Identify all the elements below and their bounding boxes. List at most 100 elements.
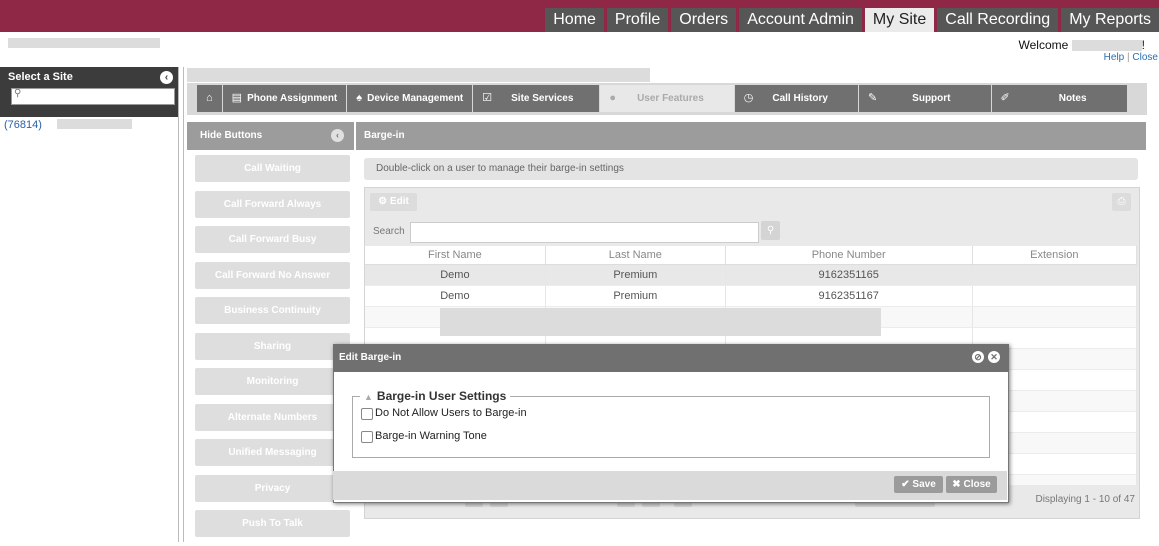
home-icon: ⌂: [206, 92, 213, 104]
pencil-icon: ✐: [1000, 92, 1010, 104]
tab-home[interactable]: ⌂: [197, 85, 222, 112]
nav-account-admin[interactable]: Account Admin: [739, 8, 862, 32]
collapse-left-icon[interactable]: ‹: [160, 71, 173, 84]
close-button[interactable]: ✖ Close: [946, 476, 997, 493]
table-header-row: First Name Last Name Phone Number Extens…: [365, 246, 1138, 265]
x-icon: ✖: [952, 479, 964, 490]
tab-label: Phone Assignment: [247, 93, 338, 104]
hide-buttons-icon[interactable]: ‹: [331, 129, 344, 142]
cell-extension: [972, 264, 1138, 286]
feature-button-list: Call Waiting Call Forward Always Call Fo…: [195, 155, 350, 546]
tab-site-services[interactable]: ☑ Site Services: [473, 85, 600, 112]
call-forward-always-button[interactable]: Call Forward Always: [195, 190, 350, 218]
welcome-suffix: !: [1141, 38, 1145, 52]
tab-label: Support: [912, 93, 951, 104]
barge-in-warning-tone-label: Barge-in Warning Tone: [375, 430, 487, 442]
nav-orders[interactable]: Orders: [671, 8, 737, 32]
call-waiting-button[interactable]: Call Waiting: [195, 155, 350, 182]
site-header-redacted: [187, 68, 650, 82]
tab-label: Call History: [772, 93, 828, 104]
save-label: Save: [912, 479, 936, 490]
tab-call-history[interactable]: ◷ Call History: [734, 85, 858, 112]
dialog-title: Edit Barge-in: [339, 352, 402, 363]
barge-in-warning-tone-checkbox[interactable]: [361, 431, 373, 443]
tab-label: User Features: [637, 93, 704, 104]
nav-profile[interactable]: Profile: [606, 8, 669, 32]
settings-legend[interactable]: ▲ Barge-in User Settings: [360, 389, 511, 403]
table-row[interactable]: Demo Premium 9162351165: [365, 264, 1138, 286]
instruction-hint: Double-click on a user to manage their b…: [364, 158, 1138, 180]
close-label: Close: [963, 479, 991, 490]
column-extension[interactable]: Extension: [972, 246, 1138, 265]
bell-icon: ♠: [356, 92, 363, 104]
business-continuity-button[interactable]: Business Continuity: [195, 297, 350, 324]
search-icon: ⚲: [14, 88, 22, 99]
site-panel-title: Select a Site: [8, 71, 73, 83]
clock-icon: ◷: [743, 92, 754, 104]
help-link[interactable]: Help: [1104, 52, 1125, 63]
cell-first-name: Demo: [365, 285, 546, 307]
nav-call-recording[interactable]: Call Recording: [937, 8, 1059, 32]
legend-label: Barge-in User Settings: [376, 389, 507, 403]
alternate-numbers-button[interactable]: Alternate Numbers: [195, 403, 350, 431]
edit-button[interactable]: ⚙ Edit: [370, 193, 417, 211]
help-close-links: Help | Close: [1104, 52, 1158, 63]
tab-label: Device Management: [367, 93, 464, 104]
barge-in-settings-group: [352, 396, 990, 458]
paging-status: Displaying 1 - 10 of 47: [1035, 494, 1135, 505]
cell-last-name: Premium: [545, 285, 726, 307]
checkbox-icon: ☑: [482, 92, 493, 104]
feature-tabs: ⌂ ▤ Phone Assignment ♠ Device Management ☑…: [197, 85, 1127, 112]
cell-extension: [972, 285, 1138, 307]
edit-label: Edit: [389, 196, 409, 207]
nav-home[interactable]: Home: [545, 8, 604, 32]
nav-my-site[interactable]: My Site: [864, 8, 935, 32]
grid-search-icon[interactable]: ⚲: [761, 221, 780, 240]
site-list-item[interactable]: (76814): [4, 119, 42, 131]
site-panel: [0, 67, 179, 542]
tab-label: Notes: [1058, 93, 1087, 104]
nav-my-reports[interactable]: My Reports: [1061, 8, 1159, 32]
cell-last-name: Premium: [545, 264, 726, 286]
tab-notes[interactable]: ✐ Notes: [991, 85, 1127, 112]
privacy-button[interactable]: Privacy: [195, 474, 350, 502]
call-forward-no-answer-button[interactable]: Call Forward No Answer: [195, 261, 350, 289]
company-name-redacted: [8, 38, 160, 48]
link-divider: |: [1127, 52, 1130, 63]
site-search-input[interactable]: [11, 88, 175, 105]
content-header: [356, 122, 1146, 150]
phone-icon: ▤: [231, 92, 243, 104]
row-redacted: [440, 308, 881, 336]
close-icon[interactable]: ✕: [988, 351, 1000, 363]
table-row[interactable]: Demo Premium 9162351167: [365, 285, 1138, 307]
unified-messaging-button[interactable]: Unified Messaging: [195, 439, 350, 466]
site-name-redacted: [57, 119, 132, 129]
cell-first-name: Demo: [365, 264, 546, 286]
do-not-allow-barge-in-label: Do Not Allow Users to Barge-in: [375, 407, 527, 419]
hide-buttons-label: Hide Buttons: [200, 130, 263, 141]
column-phone-number[interactable]: Phone Number: [725, 246, 973, 265]
push-to-talk-button[interactable]: Push To Talk: [195, 510, 350, 537]
column-last-name[interactable]: Last Name: [545, 246, 726, 265]
tab-support[interactable]: ✎ Support: [858, 85, 991, 112]
tab-device-management[interactable]: ♠ Device Management: [347, 85, 473, 112]
edit-icon: ⚙: [378, 196, 390, 207]
grid-search-label: Search: [373, 226, 405, 237]
do-not-allow-barge-in-checkbox[interactable]: [361, 408, 373, 420]
cell-phone: 9162351165: [725, 264, 973, 286]
minimize-icon[interactable]: ⊘: [972, 351, 984, 363]
close-link[interactable]: Close: [1132, 52, 1158, 63]
tab-user-features[interactable]: ● User Features: [600, 85, 734, 112]
check-icon: ✔: [901, 479, 913, 490]
save-button[interactable]: ✔ Save: [894, 476, 943, 493]
content-title: Barge-in: [364, 130, 405, 141]
print-icon[interactable]: ⎙: [1112, 193, 1131, 211]
sharing-button[interactable]: Sharing: [195, 332, 350, 360]
call-forward-busy-button[interactable]: Call Forward Busy: [195, 226, 350, 253]
tab-phone-assignment[interactable]: ▤ Phone Assignment: [222, 85, 347, 112]
grid-search-input[interactable]: [410, 222, 759, 243]
column-first-name[interactable]: First Name: [365, 246, 546, 265]
monitoring-button[interactable]: Monitoring: [195, 368, 350, 395]
user-icon: ●: [609, 92, 617, 104]
welcome-label: Welcome: [1018, 38, 1069, 52]
